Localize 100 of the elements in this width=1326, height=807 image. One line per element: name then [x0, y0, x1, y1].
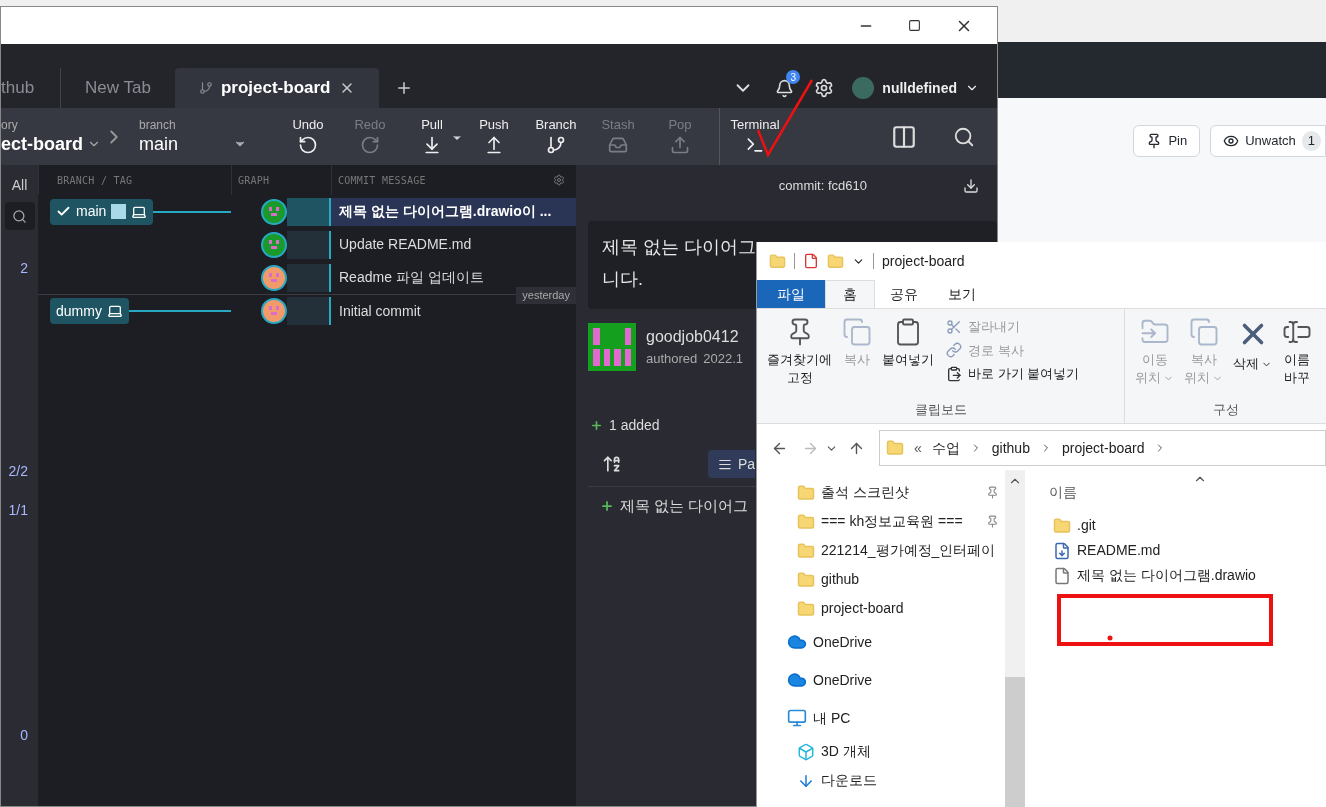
file-item[interactable]: .git — [1049, 513, 1326, 538]
ribbon-tab[interactable]: 보기 — [933, 280, 991, 308]
ribbon-button[interactable]: 바로 가기 붙여넣기 — [946, 364, 1080, 384]
download-arrow-icon — [422, 135, 442, 155]
branch-icon — [198, 81, 213, 95]
ribbon-tab[interactable]: 공유 — [875, 280, 933, 308]
document-icon[interactable] — [803, 253, 819, 269]
folder-icon — [797, 512, 815, 531]
avatar-icon — [852, 77, 875, 99]
tab[interactable]: New Tab — [61, 68, 175, 108]
authored-label: authored — [646, 350, 698, 369]
file-item[interactable]: 제목 없는 다이어그램.drawio — [1049, 563, 1326, 588]
repository-selector[interactable]: ect-board — [1, 132, 101, 156]
download-icon[interactable] — [963, 178, 979, 194]
count-label: 2 — [19, 259, 29, 278]
document-icon — [1053, 566, 1071, 585]
search-icon — [12, 208, 27, 224]
filter-all-label[interactable]: All — [11, 175, 28, 196]
ribbon-button[interactable]: 삭제 — [1231, 317, 1274, 400]
search-icon[interactable] — [953, 125, 975, 148]
user-menu[interactable]: nulldefined — [852, 77, 979, 99]
tray-out-icon — [670, 135, 690, 155]
terminal-icon — [745, 135, 765, 155]
clipboard-icon — [946, 365, 962, 382]
sort-icon[interactable] — [602, 454, 622, 474]
column-header: BRANCH / TAG — [38, 165, 231, 195]
maximize-icon[interactable] — [908, 19, 921, 32]
commit-message-text: 제목 없는 다이어그 — [602, 236, 756, 259]
branch-label[interactable]: dummy — [50, 298, 129, 324]
file-row[interactable]: 제목 없는 다이어그 — [600, 495, 755, 518]
cube-icon — [797, 742, 815, 761]
toolbar-button[interactable]: Branch — [525, 108, 587, 165]
nav-item[interactable]: === kh정보교육원 === — [757, 507, 1005, 536]
ribbon-button[interactable]: 이름 바꾸 — [1280, 317, 1314, 400]
tab[interactable]: project-board — [174, 68, 379, 108]
toolbar-button[interactable]: Push — [463, 108, 525, 165]
branch-label[interactable]: main — [50, 198, 154, 225]
window-title: project-board — [882, 251, 965, 271]
path-view-button[interactable]: Pa — [708, 450, 755, 478]
branch-selector[interactable]: main — [139, 132, 247, 156]
redo-icon — [360, 135, 380, 155]
ribbon-button[interactable]: 즐겨찾기에 고정 — [765, 317, 834, 400]
column-header: COMMIT MESSAGE — [331, 165, 551, 195]
path-segment[interactable]: 수업 — [931, 437, 960, 459]
nav-item[interactable]: OneDrive — [757, 661, 1005, 699]
link-icon — [946, 342, 962, 359]
group-label: 클립보드 — [913, 400, 968, 419]
pin-button[interactable]: Pin — [1133, 125, 1201, 157]
folder-icon — [797, 541, 815, 560]
count-label: 0 — [19, 726, 29, 745]
toolbar-button[interactable]: Undo — [277, 108, 339, 165]
notification-count: 3 — [786, 70, 801, 84]
file-menu-tab[interactable]: 파일 — [757, 280, 825, 308]
commit-row[interactable]: Update README.md — [331, 230, 576, 259]
toolbar-button[interactable]: Terminal — [724, 108, 786, 165]
nav-item[interactable]: project-board — [757, 594, 1005, 623]
cloud-icon — [787, 632, 807, 652]
group-label: 구성 — [1211, 400, 1240, 419]
unwatch-button[interactable]: Unwatch 1 — [1210, 125, 1326, 157]
column-header[interactable]: 이름 — [1049, 482, 1326, 503]
address-bar[interactable]: « 수업 github project-board — [879, 430, 1326, 466]
branch-icon — [546, 135, 566, 155]
graph-row-bar — [287, 230, 331, 259]
nav-item[interactable]: 출석 스크린샷 — [757, 478, 1005, 507]
file-item[interactable]: README.md — [1049, 538, 1326, 563]
commit-id-label: commit: fcd610 — [778, 177, 867, 196]
folder-icon — [769, 252, 786, 270]
nav-item[interactable]: 다운로드 — [757, 766, 1005, 795]
commit-row[interactable]: 제목 없는 다이어그램.drawio이 ... — [331, 197, 576, 226]
watch-count: 1 — [1301, 131, 1321, 151]
column-header: GRAPH — [231, 165, 331, 195]
repo-icon — [111, 204, 127, 219]
undo-icon — [298, 135, 318, 155]
path-segment[interactable]: github — [991, 437, 1030, 459]
copy-icon — [1188, 317, 1219, 347]
overflow-marker[interactable]: « — [914, 437, 922, 459]
scissors-icon — [946, 318, 962, 335]
nav-item[interactable]: github — [757, 565, 1005, 594]
toolbar-button[interactable]: Pull — [401, 108, 463, 165]
plus-icon — [600, 499, 614, 514]
copy-icon — [842, 317, 872, 347]
nav-item[interactable]: 내 PC — [757, 699, 1005, 737]
folder-icon — [886, 439, 904, 457]
scrollbar-thumb[interactable] — [1005, 677, 1025, 807]
panel-toggle-icon[interactable] — [891, 123, 917, 150]
commit-message-text: 니다. — [602, 268, 643, 291]
path-segment[interactable]: project-board — [1061, 437, 1145, 459]
date-label: yesterday — [516, 287, 576, 304]
search-field[interactable] — [4, 202, 35, 230]
cloud-icon — [787, 670, 807, 690]
added-count: 1 added — [609, 416, 660, 435]
nav-item[interactable]: OneDrive — [757, 623, 1005, 661]
folder-icon — [797, 599, 815, 618]
ribbon-button[interactable]: 붙여넣기 — [880, 317, 936, 400]
branch-label: branch — [139, 117, 177, 133]
nav-item[interactable]: 221214_평가예정_인터페이 — [757, 536, 1005, 565]
settings-icon[interactable] — [814, 78, 835, 98]
ribbon-tab[interactable]: 홈 — [825, 280, 875, 308]
graph-row-bar — [287, 197, 331, 226]
nav-item[interactable]: 3D 개체 — [757, 737, 1005, 766]
